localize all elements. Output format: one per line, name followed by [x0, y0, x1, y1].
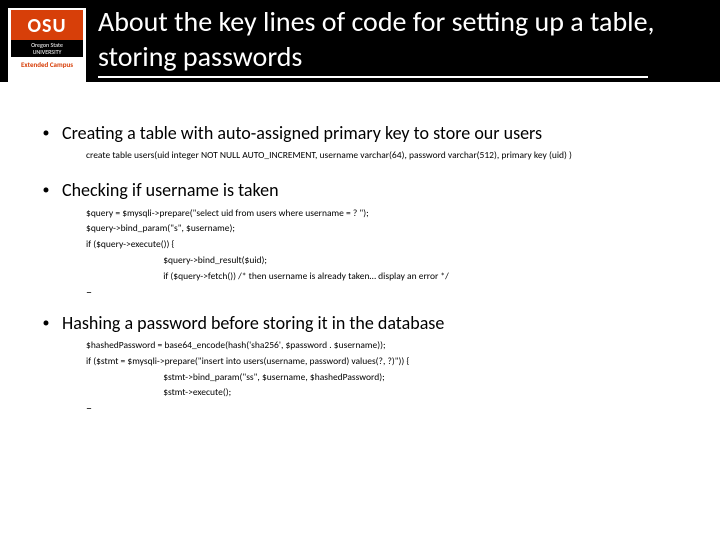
osu-logo: OSU Oregon State UNIVERSITY Extended Cam… [8, 8, 86, 90]
bullet-item: • Hashing a password before storing it i… [30, 312, 690, 335]
bullet-heading: Creating a table with auto-assigned prim… [62, 122, 542, 145]
dash-separator: – [86, 402, 690, 416]
logo-name: Oregon State UNIVERSITY [11, 40, 83, 57]
dash-separator: – [86, 286, 690, 300]
bullet-item: • Creating a table with auto-assigned pr… [30, 122, 690, 145]
code-line: $hashedPassword = base64_encode(hash('sh… [86, 339, 690, 352]
code-line: $stmt->bind_param("ss", $username, $hash… [86, 371, 690, 384]
title-underline [98, 76, 648, 78]
slide-title: About the key lines of code for setting … [98, 4, 720, 74]
bullet-dot: • [30, 179, 62, 201]
bullet-heading: Hashing a password before storing it in … [62, 312, 444, 335]
bullet-item: • Checking if username is taken [30, 179, 690, 202]
code-line: if ($stmt = $mysqli->prepare("insert int… [86, 355, 690, 368]
code-line: if ($query->fetch()) /* then username is… [86, 270, 690, 283]
content-area: • Creating a table with auto-assigned pr… [0, 82, 720, 416]
code-line: if ($query->execute()) { [86, 238, 690, 251]
logo-sub: Extended Campus [21, 57, 73, 69]
bullet-heading: Checking if username is taken [62, 179, 279, 202]
bullet-dot: • [30, 122, 62, 144]
logo-abbr: OSU [11, 10, 83, 40]
code-line: create table users(uid integer NOT NULL … [86, 149, 690, 162]
bullet-dot: • [30, 312, 62, 334]
header-bar: About the key lines of code for setting … [0, 0, 720, 82]
code-line: $stmt->execute(); [86, 386, 690, 399]
code-line: $query = $mysqli->prepare("select uid fr… [86, 207, 690, 220]
code-line: $query->bind_result($uid); [86, 254, 690, 267]
code-line: $query->bind_param("s", $username); [86, 222, 690, 235]
